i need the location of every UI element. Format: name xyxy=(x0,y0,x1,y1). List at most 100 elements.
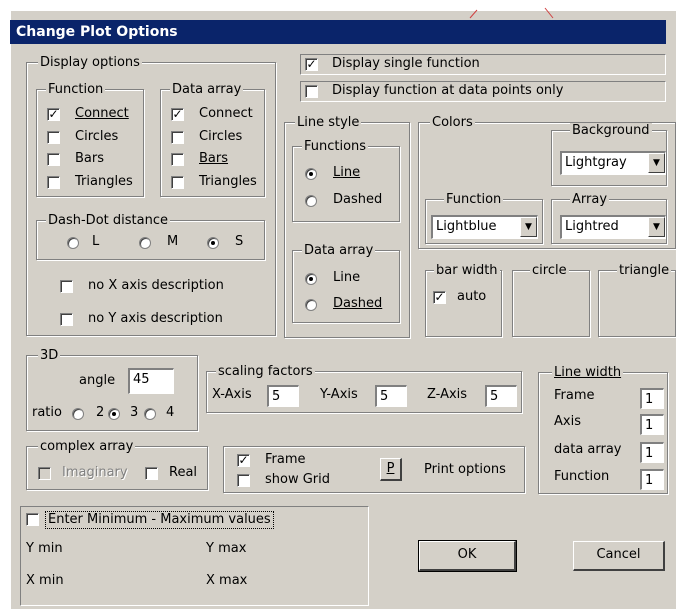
frame-label: Frame xyxy=(265,452,306,467)
show-grid-checkbox[interactable] xyxy=(237,474,250,487)
print-options-button[interactable]: P xyxy=(380,458,402,481)
function-width-label: Function xyxy=(554,469,610,484)
data-bars-label: Bars xyxy=(199,151,229,166)
data-array-display-legend: Data array xyxy=(170,82,244,97)
x-axis-scale-label: X-Axis xyxy=(212,387,252,402)
background-color-legend: Background xyxy=(570,123,652,138)
data-points-label: Display function at data points only xyxy=(332,83,564,98)
ratio-4-radio[interactable] xyxy=(144,408,156,420)
array-color-legend: Array xyxy=(570,192,610,207)
function-width-input[interactable]: 1 xyxy=(640,469,664,490)
bar-width-auto-checkbox[interactable]: ✓ xyxy=(433,291,446,304)
data-bars-checkbox[interactable] xyxy=(171,153,184,166)
ratio-3-label: 3 xyxy=(130,405,139,420)
triangle-legend: triangle xyxy=(617,263,672,278)
chevron-down-icon[interactable]: ▼ xyxy=(648,217,665,237)
no-y-axis-checkbox[interactable] xyxy=(60,313,73,326)
imaginary-checkbox[interactable] xyxy=(38,467,51,480)
real-checkbox[interactable] xyxy=(145,467,158,480)
function-bars-checkbox[interactable] xyxy=(47,153,60,166)
dash-dot-m-label: M xyxy=(167,234,179,249)
no-y-axis-label: no Y axis description xyxy=(88,311,223,326)
y-min-label: Y min xyxy=(26,541,63,556)
axis-width-input[interactable]: 1 xyxy=(640,414,664,435)
circle-group xyxy=(512,270,590,337)
frame-checkbox[interactable]: ✓ xyxy=(237,454,250,467)
data-connect-checkbox[interactable]: ✓ xyxy=(171,108,184,121)
data-circles-checkbox[interactable] xyxy=(171,131,184,144)
function-bars-label: Bars xyxy=(75,151,105,166)
cancel-button[interactable]: Cancel xyxy=(573,541,665,571)
x-min-label: X min xyxy=(26,573,64,588)
functions-style-group xyxy=(292,146,400,222)
frame-width-input[interactable]: 1 xyxy=(640,388,664,409)
three-d-legend: 3D xyxy=(38,348,61,363)
array-line-radio[interactable] xyxy=(305,273,317,285)
array-dashed-label: Dashed xyxy=(333,296,383,311)
minmax-label: Enter Minimum - Maximum values xyxy=(45,511,274,529)
triangle-group xyxy=(598,270,676,337)
minmax-checkbox[interactable] xyxy=(26,513,39,526)
background-color-select[interactable]: Lightgray ▼ xyxy=(560,151,666,175)
real-label: Real xyxy=(169,465,198,480)
angle-input[interactable]: 45 xyxy=(128,368,174,394)
dash-dot-m-radio[interactable] xyxy=(139,237,151,249)
function-color-legend: Function xyxy=(444,192,504,207)
print-options-label: Print options xyxy=(424,462,506,477)
angle-label: angle xyxy=(79,373,116,388)
function-connect-checkbox[interactable]: ✓ xyxy=(47,108,60,121)
function-circles-label: Circles xyxy=(75,129,119,144)
functions-dashed-label: Dashed xyxy=(333,192,383,207)
functions-line-radio[interactable] xyxy=(305,168,317,180)
ratio-2-label: 2 xyxy=(96,405,105,420)
frame-width-label: Frame xyxy=(554,388,595,403)
z-axis-scale-label: Z-Axis xyxy=(427,387,468,402)
array-dashed-radio[interactable] xyxy=(305,299,317,311)
colors-legend: Colors xyxy=(430,115,475,130)
imaginary-label: Imaginary xyxy=(62,465,128,480)
array-style-legend: Data array xyxy=(302,243,376,258)
function-circles-checkbox[interactable] xyxy=(47,131,60,144)
z-axis-scale-input[interactable]: 5 xyxy=(485,385,517,407)
functions-dashed-radio[interactable] xyxy=(305,195,317,207)
function-connect-label: Connect xyxy=(75,106,129,121)
chevron-down-icon[interactable]: ▼ xyxy=(648,153,665,173)
axis-width-label: Axis xyxy=(554,414,581,429)
y-max-label: Y max xyxy=(206,541,247,556)
dash-dot-l-label: L xyxy=(92,234,100,249)
function-triangles-label: Triangles xyxy=(75,174,133,189)
ratio-4-label: 4 xyxy=(166,405,175,420)
dash-dot-legend: Dash-Dot distance xyxy=(46,213,170,228)
data-triangles-checkbox[interactable] xyxy=(171,176,184,189)
red-mark-decoration xyxy=(469,7,554,19)
ratio-2-radio[interactable] xyxy=(72,408,84,420)
functions-line-label: Line xyxy=(333,165,361,180)
data-points-checkbox[interactable] xyxy=(305,85,318,98)
function-color-select[interactable]: Lightblue ▼ xyxy=(431,215,538,239)
bar-width-auto-label: auto xyxy=(457,289,487,304)
dash-dot-l-radio[interactable] xyxy=(67,237,79,249)
ratio-label: ratio xyxy=(32,405,62,420)
x-max-label: X max xyxy=(206,573,248,588)
x-axis-scale-input[interactable]: 5 xyxy=(267,385,299,407)
y-axis-scale-input[interactable]: 5 xyxy=(375,385,407,407)
dialog-title: Change Plot Options xyxy=(10,20,666,44)
single-function-checkbox[interactable]: ✓ xyxy=(305,58,318,71)
function-display-legend: Function xyxy=(46,82,106,97)
ratio-3-radio[interactable] xyxy=(108,408,120,420)
chevron-down-icon[interactable]: ▼ xyxy=(520,217,537,237)
bar-width-legend: bar width xyxy=(434,263,500,278)
y-axis-scale-label: Y-Axis xyxy=(320,387,358,402)
function-triangles-checkbox[interactable] xyxy=(47,176,60,189)
no-x-axis-checkbox[interactable] xyxy=(60,280,73,293)
array-color-select[interactable]: Lightred ▼ xyxy=(560,215,666,239)
data-connect-label: Connect xyxy=(199,106,253,121)
data-array-width-label: data array xyxy=(554,442,622,457)
functions-style-legend: Functions xyxy=(302,139,369,154)
data-array-width-input[interactable]: 1 xyxy=(640,442,664,463)
ok-button[interactable]: OK xyxy=(418,540,517,572)
circle-legend: circle xyxy=(530,263,569,278)
array-style-group xyxy=(292,250,400,323)
dash-dot-s-radio[interactable] xyxy=(207,237,219,249)
data-triangles-label: Triangles xyxy=(199,174,257,189)
